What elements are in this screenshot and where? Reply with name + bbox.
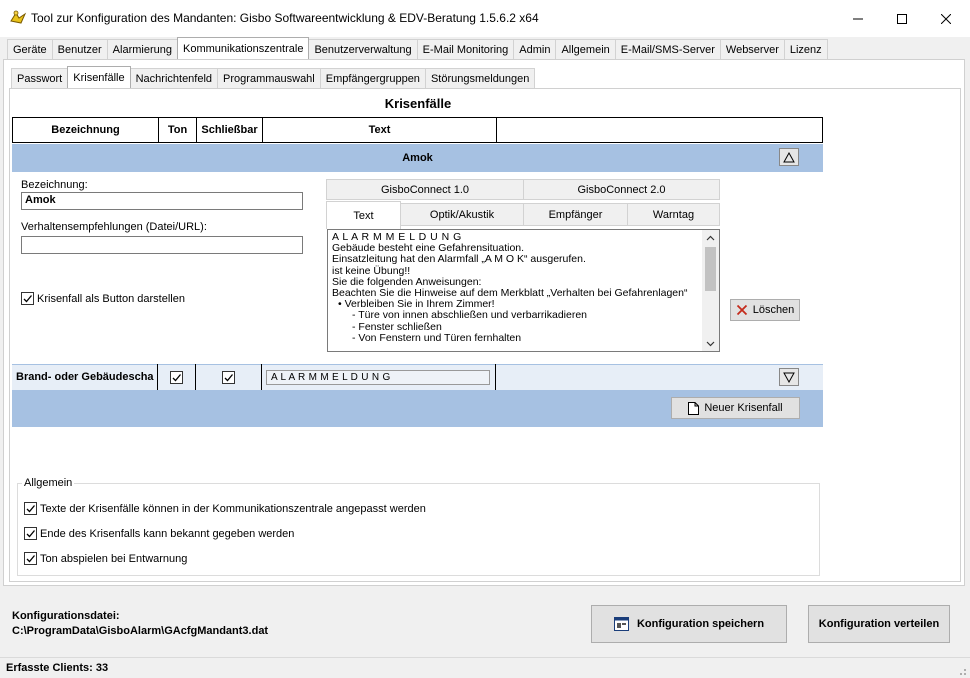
resize-grip-icon[interactable] (957, 666, 967, 676)
col-bezeichnung: Bezeichnung (13, 118, 159, 142)
allgemein-legend: Allgemein (24, 477, 73, 489)
brand-schliessbar-checkbox[interactable] (222, 370, 235, 384)
checkmark-icon (26, 530, 35, 538)
option-row[interactable]: Texte der Krisenfälle können in der Komm… (24, 502, 426, 515)
col-empty (497, 118, 822, 142)
maximize-button[interactable] (879, 0, 925, 37)
tab-gisboconnect-1[interactable]: GisboConnect 1.0 (326, 179, 524, 200)
bezeichnung-input[interactable]: Amok (21, 192, 303, 210)
checkmark-icon (26, 555, 35, 563)
section-title: Krisenfälle (384, 96, 452, 111)
checkmark-icon (224, 373, 233, 381)
app-icon (9, 9, 27, 27)
bezeichnung-label: Bezeichnung: (21, 179, 88, 191)
tab-empfaenger[interactable]: Empfänger (523, 203, 628, 226)
message-line: - Von Fenstern und Türen fernhalten (352, 331, 522, 344)
subtab-nachrichtenfeld[interactable]: Nachrichtenfeld (129, 68, 219, 88)
option-checkbox[interactable] (24, 502, 37, 515)
option-label: Ende des Krisenfalls kann bekannt gegebe… (40, 527, 295, 540)
tab-benutzer[interactable]: Benutzer (51, 39, 108, 59)
close-button[interactable] (923, 0, 969, 37)
tab-lizenz[interactable]: Lizenz (783, 39, 828, 59)
subtab-programmauswahl[interactable]: Programmauswahl (217, 68, 321, 88)
brand-row-text-cell: A L A R M M E L D U N G (262, 364, 496, 390)
tab-alarmierung[interactable]: Alarmierung (106, 39, 178, 59)
checkmark-icon (23, 295, 32, 303)
tab-optik-akustik[interactable]: Optik/Akustik (400, 203, 524, 226)
sub-tab-row: Passwort Krisenfälle Nachrichtenfeld Progra… (11, 66, 536, 88)
option-row[interactable]: Ton abspielen bei Entwarnung (24, 552, 187, 565)
checkmark-icon (26, 505, 35, 513)
save-config-button[interactable]: Konfiguration speichern (591, 605, 787, 643)
message-line: - Türe von innen abschließen und verbarr… (352, 309, 588, 322)
option-row[interactable]: Ende des Krisenfalls kann bekannt gegebe… (24, 527, 294, 540)
distribute-config-label: Konfiguration verteilen (818, 618, 940, 630)
collapse-button[interactable] (779, 148, 799, 166)
tab-warntag[interactable]: Warntag (627, 203, 720, 226)
amok-header-title: Amok (402, 152, 433, 164)
delete-button-label: Löschen (752, 304, 795, 316)
col-schliessbar: Schließbar (197, 118, 263, 142)
tab-gisboconnect-2[interactable]: GisboConnect 2.0 (523, 179, 720, 200)
tab-admin[interactable]: Admin (513, 39, 557, 59)
tab-allgemein[interactable]: Allgemein (555, 39, 616, 59)
tab-e-mail-monitoring[interactable]: E-Mail Monitoring (416, 39, 515, 59)
col-ton: Ton (159, 118, 197, 142)
new-document-icon (688, 401, 700, 415)
minimize-button[interactable] (835, 0, 881, 37)
triangle-down-icon (783, 372, 795, 383)
tab-text[interactable]: Text (326, 201, 401, 229)
tab-gerate[interactable]: Geräte (7, 39, 53, 59)
amok-header[interactable]: Amok (12, 144, 823, 172)
verhalten-input[interactable] (21, 236, 303, 254)
vertical-scrollbar[interactable] (702, 230, 719, 351)
window-title: Tool zur Konfiguration des Mandanten: Gi… (31, 11, 539, 25)
brand-row-ton-cell (158, 364, 196, 390)
minimize-icon (853, 18, 863, 19)
subtab-empfangergruppen[interactable]: Empfängergruppen (319, 68, 426, 88)
option-label: Texte der Krisenfälle können in der Komm… (40, 502, 426, 515)
clients-count: Erfasste Clients: 33 (6, 662, 109, 674)
delete-x-icon (736, 304, 747, 316)
verhalten-label: Verhaltensempfehlungen (Datei/URL): (21, 221, 207, 233)
subtab-passwort[interactable]: Passwort (11, 68, 69, 88)
checkmark-icon (172, 373, 181, 381)
button-checkbox-row[interactable]: Krisenfall als Button darstellen (21, 292, 185, 305)
brand-row-schliessbar-cell (196, 364, 262, 390)
subtab-storungsmeldungen[interactable]: Störungsmeldungen (424, 68, 536, 88)
message-textarea[interactable]: A L A R M M E L D U N G Gebäude besteht e… (327, 229, 720, 352)
option-checkbox[interactable] (24, 552, 37, 565)
triangle-up-icon (783, 151, 795, 162)
button-checkbox-label: Krisenfall als Button darstellen (37, 292, 185, 305)
brand-row-bezeichnung: Brand- oder Gebäudescha (12, 364, 158, 390)
title-bar: Tool zur Konfiguration des Mandanten: Gi… (0, 0, 970, 37)
brand-ton-checkbox[interactable] (170, 370, 183, 384)
option-checkbox[interactable] (24, 527, 37, 540)
config-file-label: Konfigurationsdatei: (12, 610, 120, 622)
message-line: Einsatzleitung hat den Alarmfall „A M O … (332, 253, 586, 266)
distribute-config-button[interactable]: Konfiguration verteilen (808, 605, 950, 643)
tab-webserver[interactable]: Webserver (719, 39, 785, 59)
main-tab-row: Geräte Benutzer Alarmierung Kommunikationsz… (7, 37, 828, 59)
config-file-path: C:\ProgramData\GisboAlarm\GAcfgMandant3.… (12, 625, 269, 637)
option-label: Ton abspielen bei Entwarnung (40, 552, 188, 565)
col-text: Text (263, 118, 497, 142)
new-krisenfall-button[interactable]: Neuer Krisenfall (671, 397, 800, 419)
new-krisenfall-label: Neuer Krisenfall (704, 402, 783, 414)
tab-kommunikationszentrale[interactable]: Kommunikationszentrale (176, 37, 310, 59)
message-text: A L A R M M E L D U N G Gebäude besteht e… (332, 231, 704, 344)
grid-header: Bezeichnung Ton Schließbar Text (12, 117, 823, 143)
close-icon (941, 13, 951, 24)
delete-button[interactable]: Löschen (730, 299, 800, 321)
expand-button[interactable] (779, 368, 799, 386)
subtab-krisenfalle[interactable]: Krisenfälle (67, 66, 131, 88)
save-config-icon (613, 617, 629, 631)
button-checkbox[interactable] (21, 292, 34, 305)
tab-e-mail-sms-server[interactable]: E-Mail/SMS-Server (614, 39, 721, 59)
brand-row-text[interactable]: A L A R M M E L D U N G (266, 369, 490, 385)
status-bar: Erfasste Clients: 33 (0, 657, 970, 678)
maximize-icon (897, 13, 907, 24)
tab-benutzerverwaltung[interactable]: Benutzerverwaltung (308, 39, 418, 59)
save-config-label: Konfiguration speichern (636, 618, 765, 630)
